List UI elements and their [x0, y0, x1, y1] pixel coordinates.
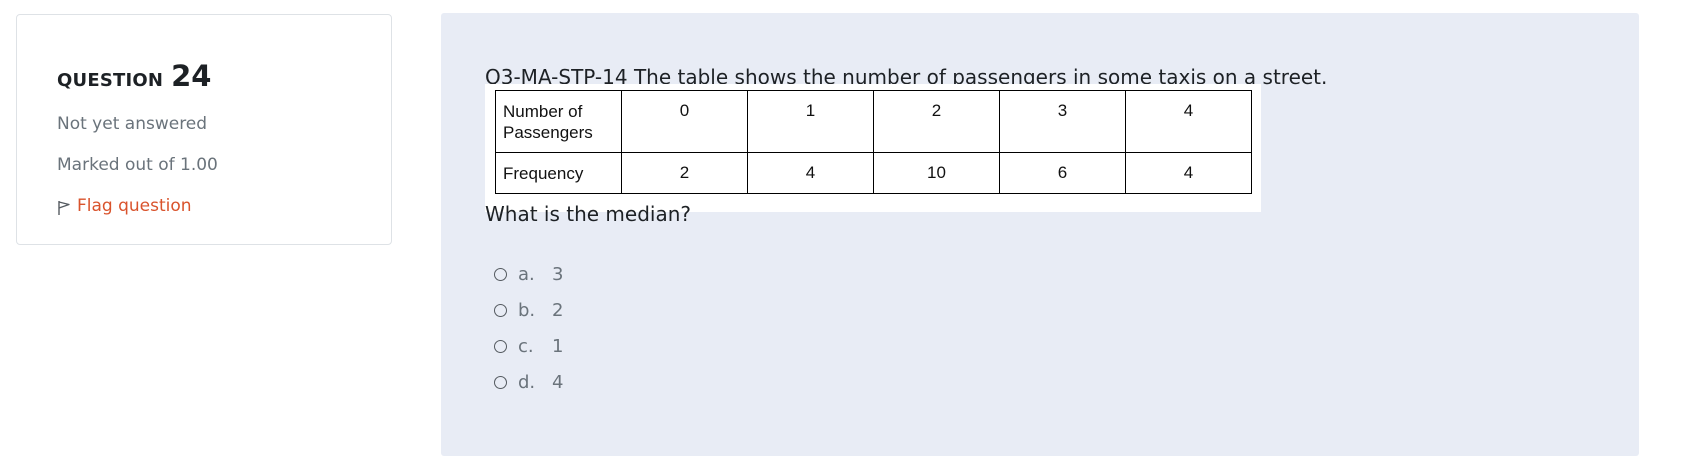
radio-button[interactable] — [494, 339, 507, 353]
question-heading: QUESTION 24 — [57, 59, 211, 93]
answer-letter: d. — [518, 371, 536, 393]
table-cell: 1 — [747, 90, 874, 153]
radio-button[interactable] — [494, 267, 507, 281]
question-table-image: Number of Passengers 0 1 2 3 4 Frequency… — [485, 84, 1261, 212]
table-cell: 4 — [1125, 152, 1252, 194]
question-grade: Marked out of 1.00 — [57, 155, 218, 175]
table-row: Number of Passengers 0 1 2 3 4 — [495, 90, 1252, 153]
answer-value: 4 — [552, 371, 564, 393]
answer-option-a[interactable]: a. 3 — [494, 262, 563, 286]
answer-option-b[interactable]: b. 2 — [494, 298, 563, 322]
table-row-header: Number of Passengers — [495, 90, 622, 153]
answer-letter: b. — [518, 299, 536, 321]
radio-button[interactable] — [494, 375, 507, 389]
question-info-card: QUESTION 24 Not yet answered Marked out … — [16, 14, 392, 245]
answer-value: 3 — [552, 263, 564, 285]
question-state: Not yet answered — [57, 114, 208, 134]
table-cell: 10 — [873, 152, 1000, 194]
question-prompt: What is the median? — [485, 202, 692, 226]
answer-option-d[interactable]: d. 4 — [494, 370, 563, 394]
answer-value: 2 — [552, 299, 564, 321]
question-number: 24 — [171, 59, 212, 93]
question-content-panel: Q3-MA-STP-14 The table shows the number … — [441, 13, 1639, 456]
table-cell: 4 — [747, 152, 874, 194]
flag-question-link[interactable]: Flag question — [57, 196, 192, 216]
table-row: Frequency 2 4 10 6 4 — [495, 152, 1252, 194]
question-label: QUESTION — [57, 70, 164, 91]
table-cell: 2 — [873, 90, 1000, 153]
table-cell: 2 — [621, 152, 748, 194]
passenger-frequency-table: Number of Passengers 0 1 2 3 4 Frequency… — [495, 90, 1252, 194]
answer-letter: c. — [518, 335, 534, 357]
flag-question-label[interactable]: Flag question — [77, 196, 192, 216]
table-cell: 6 — [999, 152, 1126, 194]
table-cell: 4 — [1125, 90, 1252, 153]
flag-icon — [57, 200, 71, 216]
answer-value: 1 — [552, 335, 564, 357]
answer-letter: a. — [518, 263, 535, 285]
row-header-text: Number of Passengers — [503, 102, 593, 142]
table-cell: 3 — [999, 90, 1126, 153]
table-row-header: Frequency — [495, 152, 622, 194]
answer-option-c[interactable]: c. 1 — [494, 334, 563, 358]
table-cell: 0 — [621, 90, 748, 153]
radio-button[interactable] — [494, 303, 507, 317]
